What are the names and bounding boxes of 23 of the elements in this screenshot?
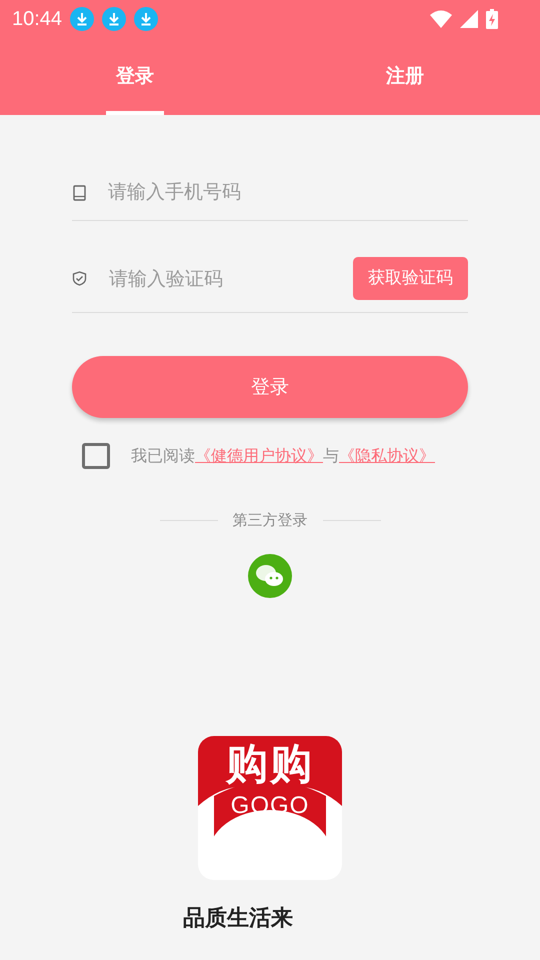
tab[interactable]: 注册 — [376, 38, 434, 115]
wechat-login-button[interactable] — [248, 554, 292, 598]
third-party-title: 第三方登录 — [232, 510, 308, 531]
agreement-text: 我已阅读《健德用户协议》与《隐私协议》 — [131, 445, 435, 467]
wifi-icon — [430, 10, 452, 28]
battery-icon — [486, 9, 498, 29]
shield-icon — [72, 271, 87, 286]
get-code-button[interactable]: 获取验证码 — [353, 257, 468, 300]
tab[interactable]: 登录 — [106, 38, 164, 115]
privacy-link[interactable]: 《隐私协议》 — [339, 446, 435, 465]
logo-mark: 购购 — [224, 738, 315, 790]
download-icon — [70, 7, 94, 31]
phone-input[interactable]: 请输入手机号码 — [108, 178, 468, 207]
agreement-checkbox[interactable] — [82, 443, 110, 469]
login-button[interactable]: 登录 — [72, 356, 468, 418]
code-input[interactable]: 请输入验证码 — [109, 257, 331, 300]
tagline: 品质生活来 — [182, 904, 294, 932]
user-agreement-link[interactable]: 《健德用户协议》 — [195, 446, 323, 465]
signal-icon — [460, 10, 478, 28]
download-icon — [102, 7, 126, 31]
download-icon — [134, 7, 158, 31]
phone-icon — [73, 184, 86, 200]
status-time: 10:44 — [12, 7, 62, 32]
